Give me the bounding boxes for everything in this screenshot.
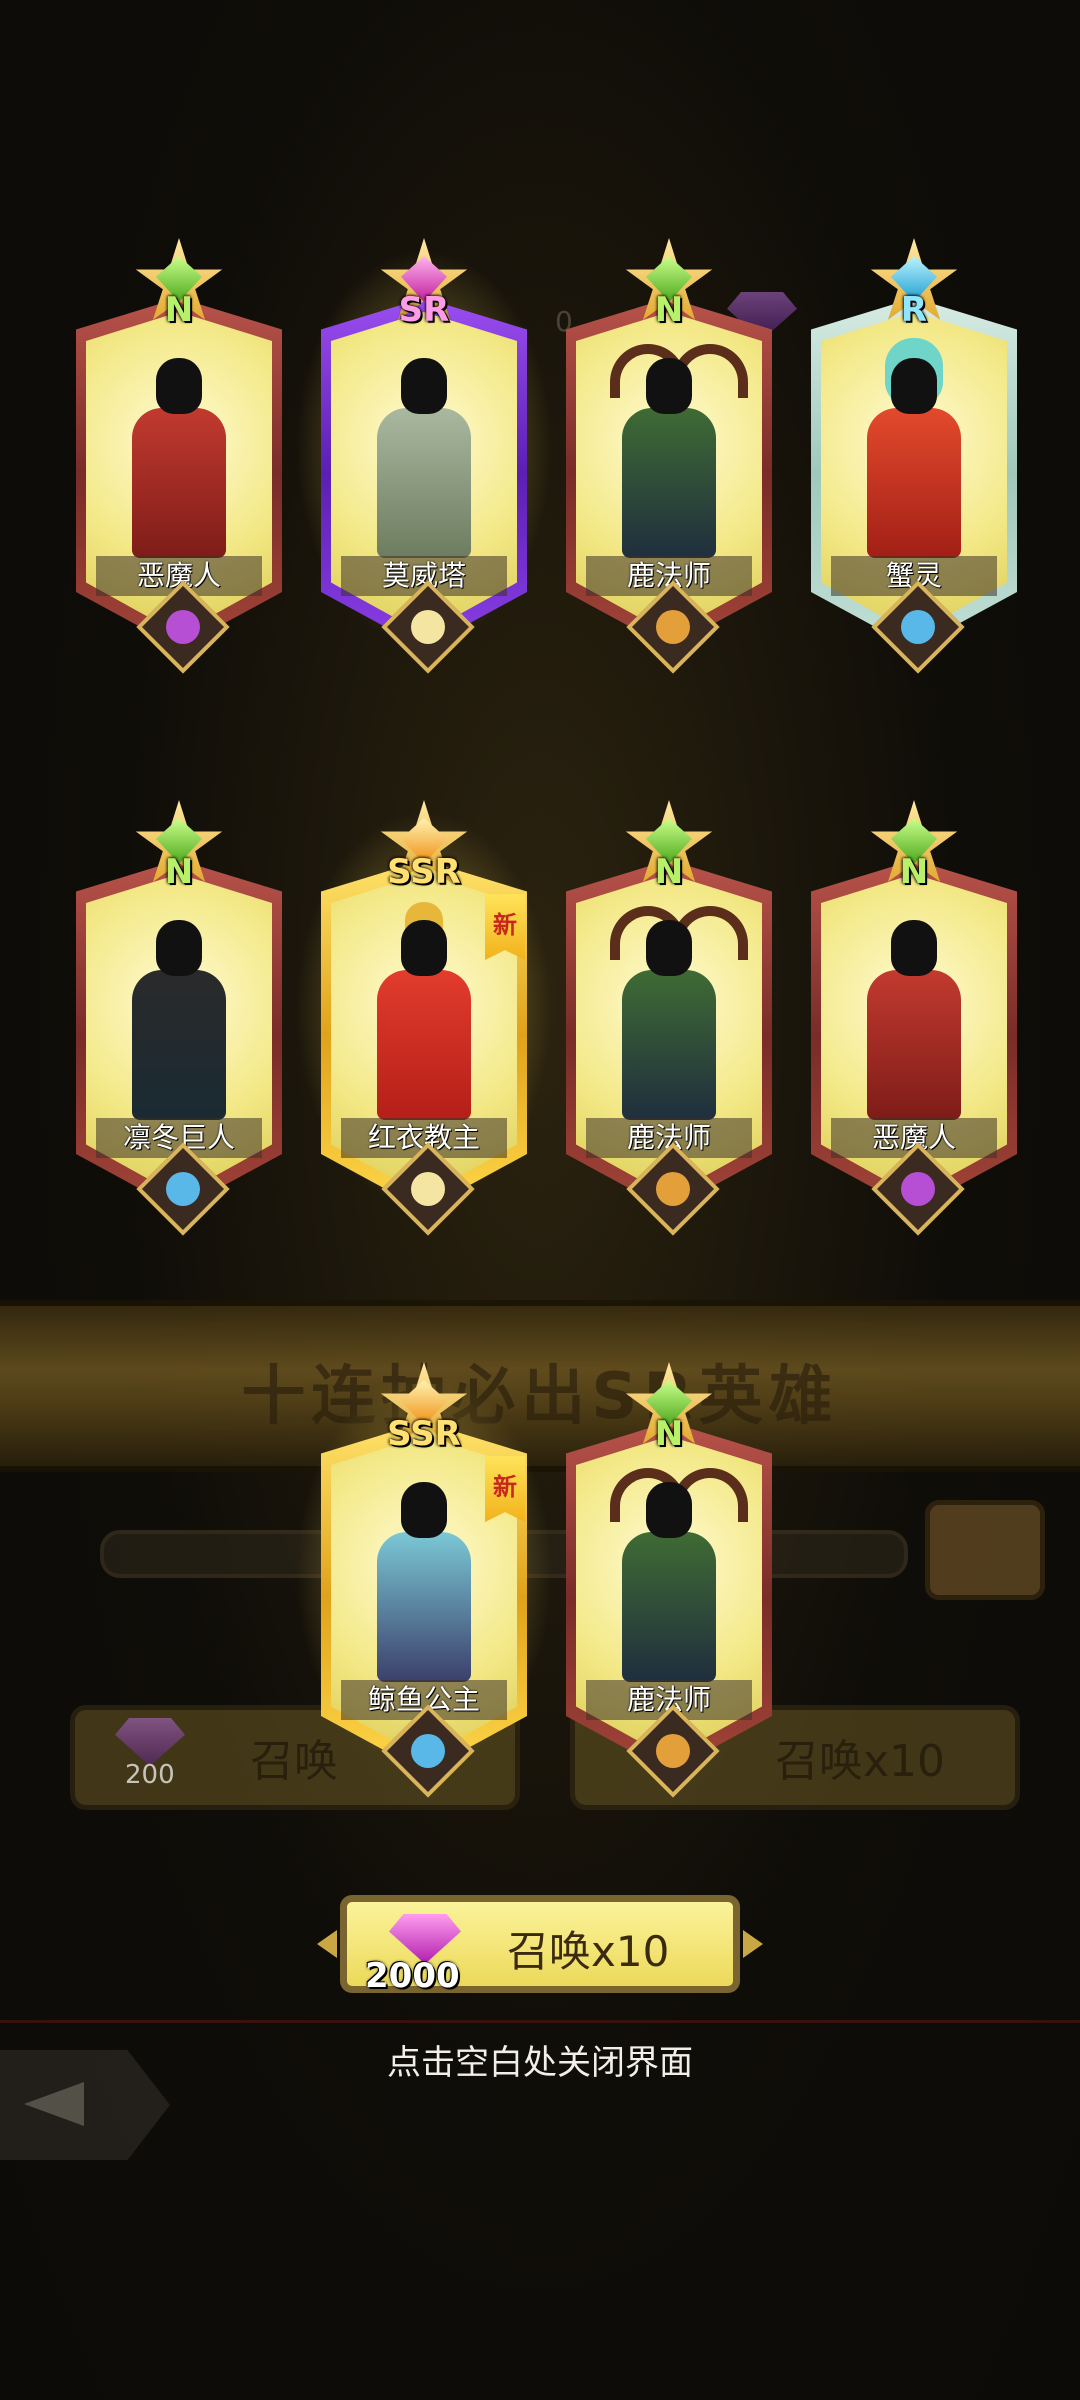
hero-head	[646, 1482, 692, 1538]
hero-card[interactable]: SSR 鲸鱼公主新	[295, 1362, 553, 1798]
holy-icon	[411, 1172, 445, 1206]
summon-ten-button[interactable]: 2000 召唤x10	[317, 1895, 763, 1996]
hero-body	[622, 408, 716, 558]
hero-card[interactable]: N 鹿法师	[562, 800, 776, 1236]
rarity-label: SR	[398, 290, 450, 330]
hero-card[interactable]: N 恶魔人	[807, 800, 1021, 1236]
hero-head	[891, 920, 937, 976]
hero-body	[377, 408, 471, 558]
hero-head	[156, 920, 202, 976]
summon-single-cost-bg: 200	[125, 1760, 175, 1790]
hero-card[interactable]: N 鹿法师	[562, 1362, 776, 1798]
hero-head	[401, 920, 447, 976]
hero-portrait	[124, 920, 234, 1120]
hero-portrait	[614, 1482, 724, 1682]
hero-card[interactable]: N 凛冬巨人	[72, 800, 286, 1236]
rarity-label: N	[164, 290, 194, 330]
hero-head	[401, 358, 447, 414]
beast-icon	[656, 610, 690, 644]
new-tag: 新	[485, 894, 525, 960]
demon-icon	[901, 1172, 935, 1206]
beast-icon	[656, 1172, 690, 1206]
hero-portrait	[859, 358, 969, 558]
hero-head	[891, 358, 937, 414]
new-tag: 新	[485, 1456, 525, 1522]
hero-head	[646, 920, 692, 976]
hero-portrait	[859, 920, 969, 1120]
sea-icon	[411, 1734, 445, 1768]
hero-portrait	[124, 358, 234, 558]
hero-body	[867, 970, 961, 1120]
hero-portrait	[614, 920, 724, 1120]
rarity-label: SSR	[387, 1414, 461, 1454]
hero-head	[646, 358, 692, 414]
hero-body	[622, 970, 716, 1120]
hero-card[interactable]: N 恶魔人	[72, 238, 286, 674]
rarity-label: N	[654, 852, 684, 892]
hero-portrait	[369, 1482, 479, 1682]
arrow-right-icon	[743, 1930, 763, 1958]
hero-body	[622, 1532, 716, 1682]
summon-cost: 2000	[365, 1956, 460, 1996]
holy-icon	[411, 610, 445, 644]
hero-card[interactable]: N 鹿法师	[562, 238, 776, 674]
hero-portrait	[369, 920, 479, 1120]
divider-line	[0, 2020, 1080, 2023]
hero-card[interactable]: SR 莫威塔	[295, 238, 553, 674]
hero-body	[132, 970, 226, 1120]
hero-body	[377, 1532, 471, 1682]
hero-body	[377, 970, 471, 1120]
hero-portrait	[614, 358, 724, 558]
rarity-label: N	[654, 1414, 684, 1454]
hero-head	[401, 1482, 447, 1538]
summon-ten-label-bg: 召唤x10	[775, 1736, 946, 1787]
hero-card[interactable]: R 蟹灵	[807, 238, 1021, 674]
rarity-label: N	[654, 290, 684, 330]
hero-body	[867, 408, 961, 558]
rarity-label: R	[900, 290, 928, 330]
hero-card[interactable]: SSR 红衣教主新	[295, 800, 553, 1236]
arrow-left-icon	[317, 1930, 337, 1958]
treasure-chest-icon	[925, 1500, 1045, 1600]
rarity-label: N	[164, 852, 194, 892]
hero-head	[156, 358, 202, 414]
demon-icon	[166, 610, 200, 644]
back-arrow-icon	[24, 2082, 84, 2126]
hero-body	[132, 408, 226, 558]
beast-icon	[656, 1734, 690, 1768]
rarity-label: N	[899, 852, 929, 892]
summon-label: 召唤x10	[507, 1927, 670, 1976]
sea-icon	[166, 1172, 200, 1206]
sea-icon	[901, 610, 935, 644]
hero-portrait	[369, 358, 479, 558]
back-button[interactable]	[0, 2040, 180, 2170]
rarity-label: SSR	[387, 852, 461, 892]
